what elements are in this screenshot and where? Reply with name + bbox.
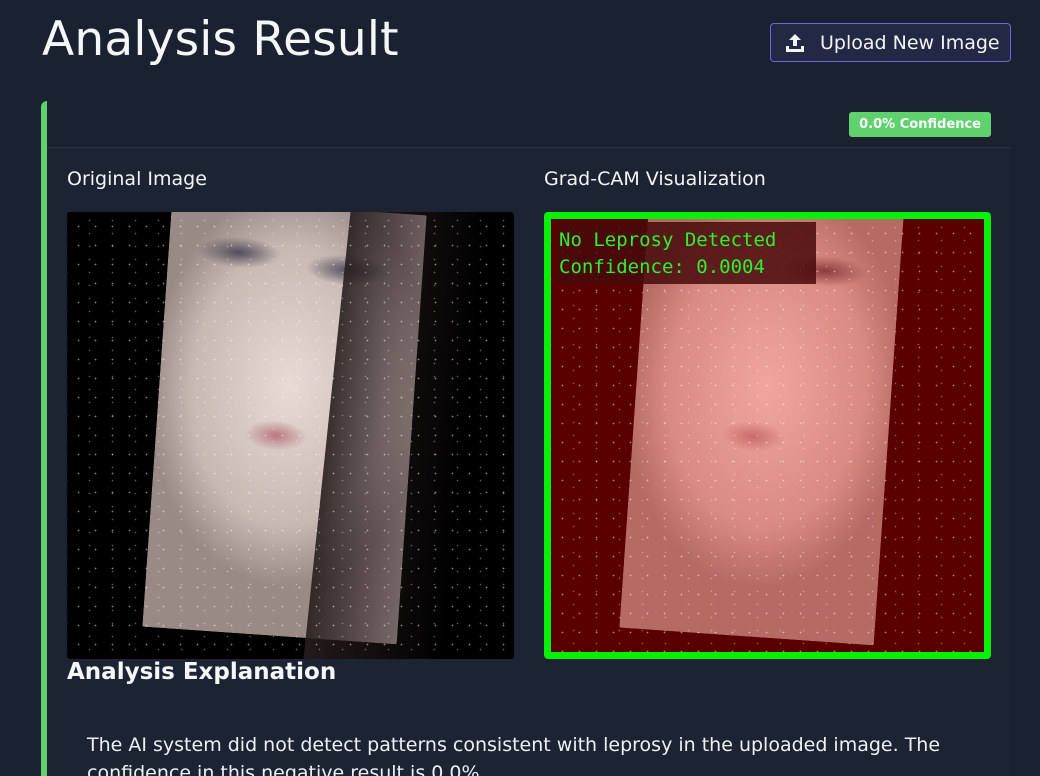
upload-button-label: Upload New Image	[820, 31, 1000, 54]
page-title: Analysis Result	[42, 12, 399, 67]
confidence-badge: 0.0% Confidence	[849, 112, 991, 137]
upload-icon	[784, 32, 806, 54]
result-card-header: 0.0% Confidence	[47, 101, 1011, 148]
gradcam-title: Grad-CAM Visualization	[544, 168, 766, 190]
gradcam-image: No Leprosy Detected Confidence: 0.0004	[544, 212, 991, 659]
original-image-title: Original Image	[67, 168, 207, 190]
gradcam-label-text: No Leprosy Detected Confidence: 0.0004	[559, 227, 776, 281]
original-image	[67, 212, 514, 659]
analysis-page: Analysis Result Upload New Image 0.0% Co…	[0, 0, 1040, 776]
gradcam-confidence: Confidence: 0.0004	[559, 256, 765, 278]
analysis-explanation-title: Analysis Explanation	[67, 659, 337, 685]
gradcam-prediction: No Leprosy Detected	[559, 229, 777, 251]
analysis-explanation-text: The AI system did not detect patterns co…	[87, 734, 941, 776]
upload-new-image-button[interactable]: Upload New Image	[770, 23, 1011, 62]
